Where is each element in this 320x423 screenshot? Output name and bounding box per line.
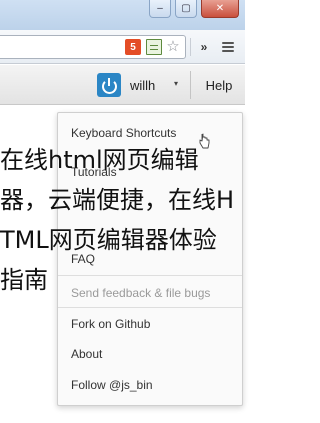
window-titlebar: – ▢ ✕	[0, 0, 245, 30]
star-icon[interactable]: ☆	[165, 39, 181, 55]
menu-item-send-feedback: Send feedback & file bugs	[71, 286, 211, 300]
menu-icon[interactable]	[220, 39, 236, 55]
close-button[interactable]: ✕	[201, 0, 239, 18]
menu-divider	[58, 275, 242, 276]
page-icon[interactable]	[146, 39, 162, 55]
help-button[interactable]: Help	[197, 71, 241, 101]
username-label[interactable]: willh	[130, 78, 155, 93]
hand-cursor-icon	[199, 133, 210, 149]
menu-item-about[interactable]: About	[71, 347, 102, 361]
maximize-button[interactable]: ▢	[175, 0, 197, 18]
header-divider	[190, 71, 191, 99]
help-dropdown-menu: Keyboard Shortcuts Tutorials FAQ Send fe…	[57, 112, 243, 406]
window-controls: – ▢ ✕	[149, 0, 239, 20]
menu-item-keyboard-shortcuts[interactable]: Keyboard Shortcuts	[71, 126, 176, 140]
html5-icon[interactable]: 5	[125, 39, 141, 55]
menu-item-tutorials[interactable]: Tutorials	[71, 165, 117, 179]
menu-divider	[58, 307, 242, 308]
toolbar-divider	[190, 38, 191, 56]
power-icon[interactable]	[97, 73, 121, 97]
menu-item-fork-on-github[interactable]: Fork on Github	[71, 317, 150, 331]
chevron-down-icon[interactable]: ▾	[174, 79, 178, 88]
minimize-button[interactable]: –	[149, 0, 171, 18]
menu-item-follow-js-bin[interactable]: Follow @js_bin	[71, 378, 153, 392]
browser-toolbar: 5 ☆ »	[0, 30, 245, 64]
more-icon[interactable]: »	[196, 39, 212, 55]
menu-item-faq[interactable]: FAQ	[71, 252, 95, 266]
app-header: willh ▾ Help	[0, 65, 245, 105]
